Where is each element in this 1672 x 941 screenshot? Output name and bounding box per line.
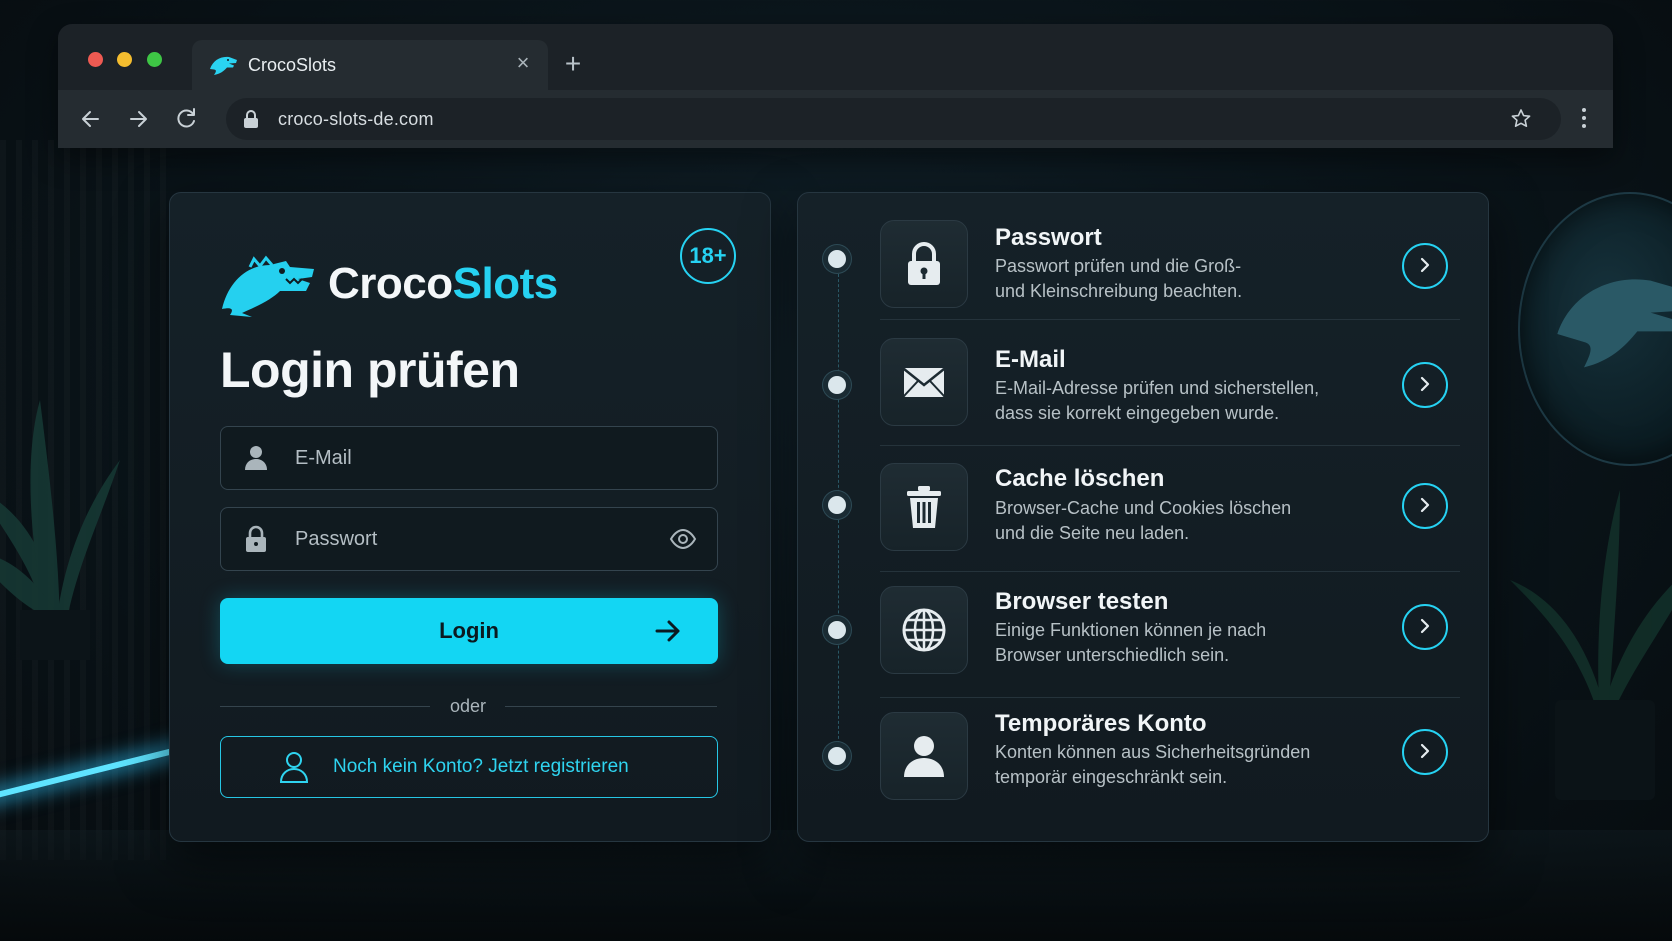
chevron-right-icon [1420,497,1430,513]
step-description: Einige Funktionen können je nach Browser… [995,620,1267,665]
browser-toolbar: croco-slots-de.com [58,90,1613,148]
step-open-button[interactable] [1402,729,1448,775]
user-icon [904,736,944,777]
step-description: Passwort prüfen und die Groß- und Kleins… [995,256,1243,301]
email-field[interactable] [220,426,718,490]
step-item-passwort[interactable]: Passwort Passwort prüfen und die Groß- u… [798,193,1488,320]
age-restriction-badge: 18+ [680,228,736,284]
step-title: Cache löschen [995,465,1165,492]
crocodile-logo-icon [222,255,314,317]
timeline-dot [828,376,846,394]
step-icon-container [880,712,968,800]
divider-line-right [505,706,717,707]
back-arrow-icon[interactable] [76,104,106,134]
login-button[interactable]: Login [220,598,718,664]
window-minimize-button[interactable] [117,52,132,67]
lock-icon [908,242,940,285]
step-open-button[interactable] [1402,483,1448,529]
address-bar[interactable]: croco-slots-de.com [226,98,1561,140]
email-input[interactable] [293,427,677,489]
step-open-button[interactable] [1402,604,1448,650]
password-input[interactable] [293,508,677,570]
step-icon-container [880,586,968,674]
step-title: Passwort [995,224,1102,251]
background-floor [0,830,1672,941]
forward-arrow-icon[interactable] [123,104,153,134]
step-open-button[interactable] [1402,362,1448,408]
tab-bar: CrocoSlots × + [58,24,1613,90]
step-title: E-Mail [995,346,1066,373]
browser-tab-active[interactable]: CrocoSlots × [192,40,548,90]
secure-lock-icon [244,110,258,128]
step-item-browser[interactable]: Browser testen Einige Funktionen können … [798,571,1488,698]
crocodile-emblem-icon [1557,279,1672,368]
step-title: Temporäres Konto [995,710,1207,737]
url-text: croco-slots-de.com [278,109,434,129]
bookmark-star-icon[interactable] [1509,107,1533,131]
brand-logo[interactable]: CrocoSlots [220,251,560,321]
register-button-label: Noch kein Konto? Jetzt registrieren [333,756,629,777]
plant-decoration-left [0,400,120,660]
trash-icon [907,486,941,528]
tab-title: CrocoSlots [248,55,337,75]
padlock-icon [246,525,266,552]
brand-name-part2: Slots [452,259,559,308]
chevron-right-icon [1420,257,1430,273]
chevron-right-icon [1420,618,1430,634]
browser-menu-icon[interactable] [1569,103,1599,133]
chevron-right-icon [1420,743,1430,759]
troubleshooting-panel: Passwort Passwort prüfen und die Groß- u… [797,192,1489,842]
timeline-dot [828,621,846,639]
window-maximize-button[interactable] [147,52,162,67]
show-password-eye-icon[interactable] [669,527,697,551]
step-item-account[interactable]: Temporäres Konto Konten können aus Siche… [798,697,1488,823]
step-icon-container [880,463,968,551]
browser-window: CrocoSlots × + croco-slots-de.com [58,24,1613,148]
croco-wall-medallion [1518,192,1672,466]
timeline-dot [828,747,846,765]
step-icon-container [880,338,968,426]
chevron-right-icon [1420,376,1430,392]
password-field[interactable] [220,507,718,571]
step-item-email[interactable]: E-Mail E-Mail-Adresse prüfen und sichers… [798,319,1488,446]
login-button-label: Login [439,618,499,643]
step-item-cache[interactable]: Cache löschen Browser-Cache und Cookies … [798,445,1488,572]
plant-decoration-right [1510,490,1672,800]
register-button[interactable]: Noch kein Konto? Jetzt registrieren [220,736,718,798]
window-close-button[interactable] [88,52,103,67]
step-description: Konten können aus Sicherheitsgründen tem… [995,742,1311,787]
new-tab-button[interactable]: + [558,50,588,80]
user-outline-icon [279,752,309,783]
divider-text: oder [449,696,487,716]
crocodile-favicon-icon [210,56,237,75]
step-title: Browser testen [995,588,1169,615]
user-icon [245,446,267,470]
page-title: Login prüfen [220,342,520,398]
arrow-right-icon [655,620,680,642]
reload-icon[interactable] [171,104,201,134]
tab-close-icon[interactable]: × [510,50,536,76]
step-description: Browser-Cache und Cookies löschen und di… [995,498,1292,543]
timeline-dot [828,250,846,268]
login-card: CrocoSlots 18+ Login prüfen Login oder [169,192,771,842]
divider-line-left [220,706,430,707]
brand-name-part1: Croco [328,259,453,308]
envelope-icon [903,368,945,397]
step-open-button[interactable] [1402,243,1448,289]
brand-name: CrocoSlots [328,259,558,309]
globe-icon [902,608,946,652]
step-icon-container [880,220,968,308]
step-description: E-Mail-Adresse prüfen und sicherstellen,… [995,378,1320,423]
timeline-dot [828,496,846,514]
